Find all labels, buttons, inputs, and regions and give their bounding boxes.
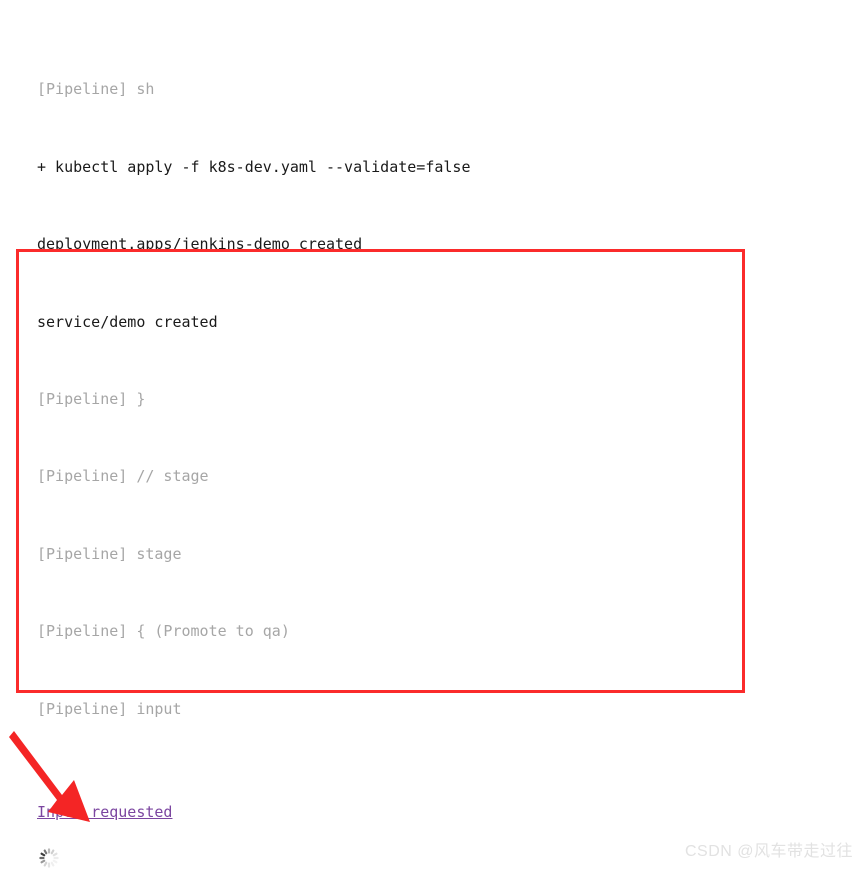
log-line: [Pipeline] stage: [37, 544, 182, 563]
input-requested-link-qa[interactable]: Input requested: [37, 803, 172, 821]
log-line: + kubectl apply -f k8s-dev.yaml --valida…: [37, 157, 471, 176]
log-line: [Pipeline] input: [37, 699, 182, 718]
watermark: CSDN @风车带走过往: [684, 843, 853, 860]
log-line: service/demo created: [37, 312, 218, 331]
jenkins-console-output: [Pipeline] sh + kubectl apply -f k8s-dev…: [0, 0, 865, 873]
loading-spinner-icon: [39, 848, 59, 868]
log-line: deployment.apps/jenkins-demo created: [37, 235, 363, 254]
log-line: [Pipeline] }: [37, 389, 146, 408]
console-log: [Pipeline] sh + kubectl apply -f k8s-dev…: [37, 0, 857, 873]
log-line: Input requested: [37, 800, 857, 826]
log-line: [Pipeline] sh: [37, 80, 155, 99]
log-line: [Pipeline] // stage: [37, 467, 209, 486]
log-line: [Pipeline] { (Promote to qa): [37, 622, 290, 641]
